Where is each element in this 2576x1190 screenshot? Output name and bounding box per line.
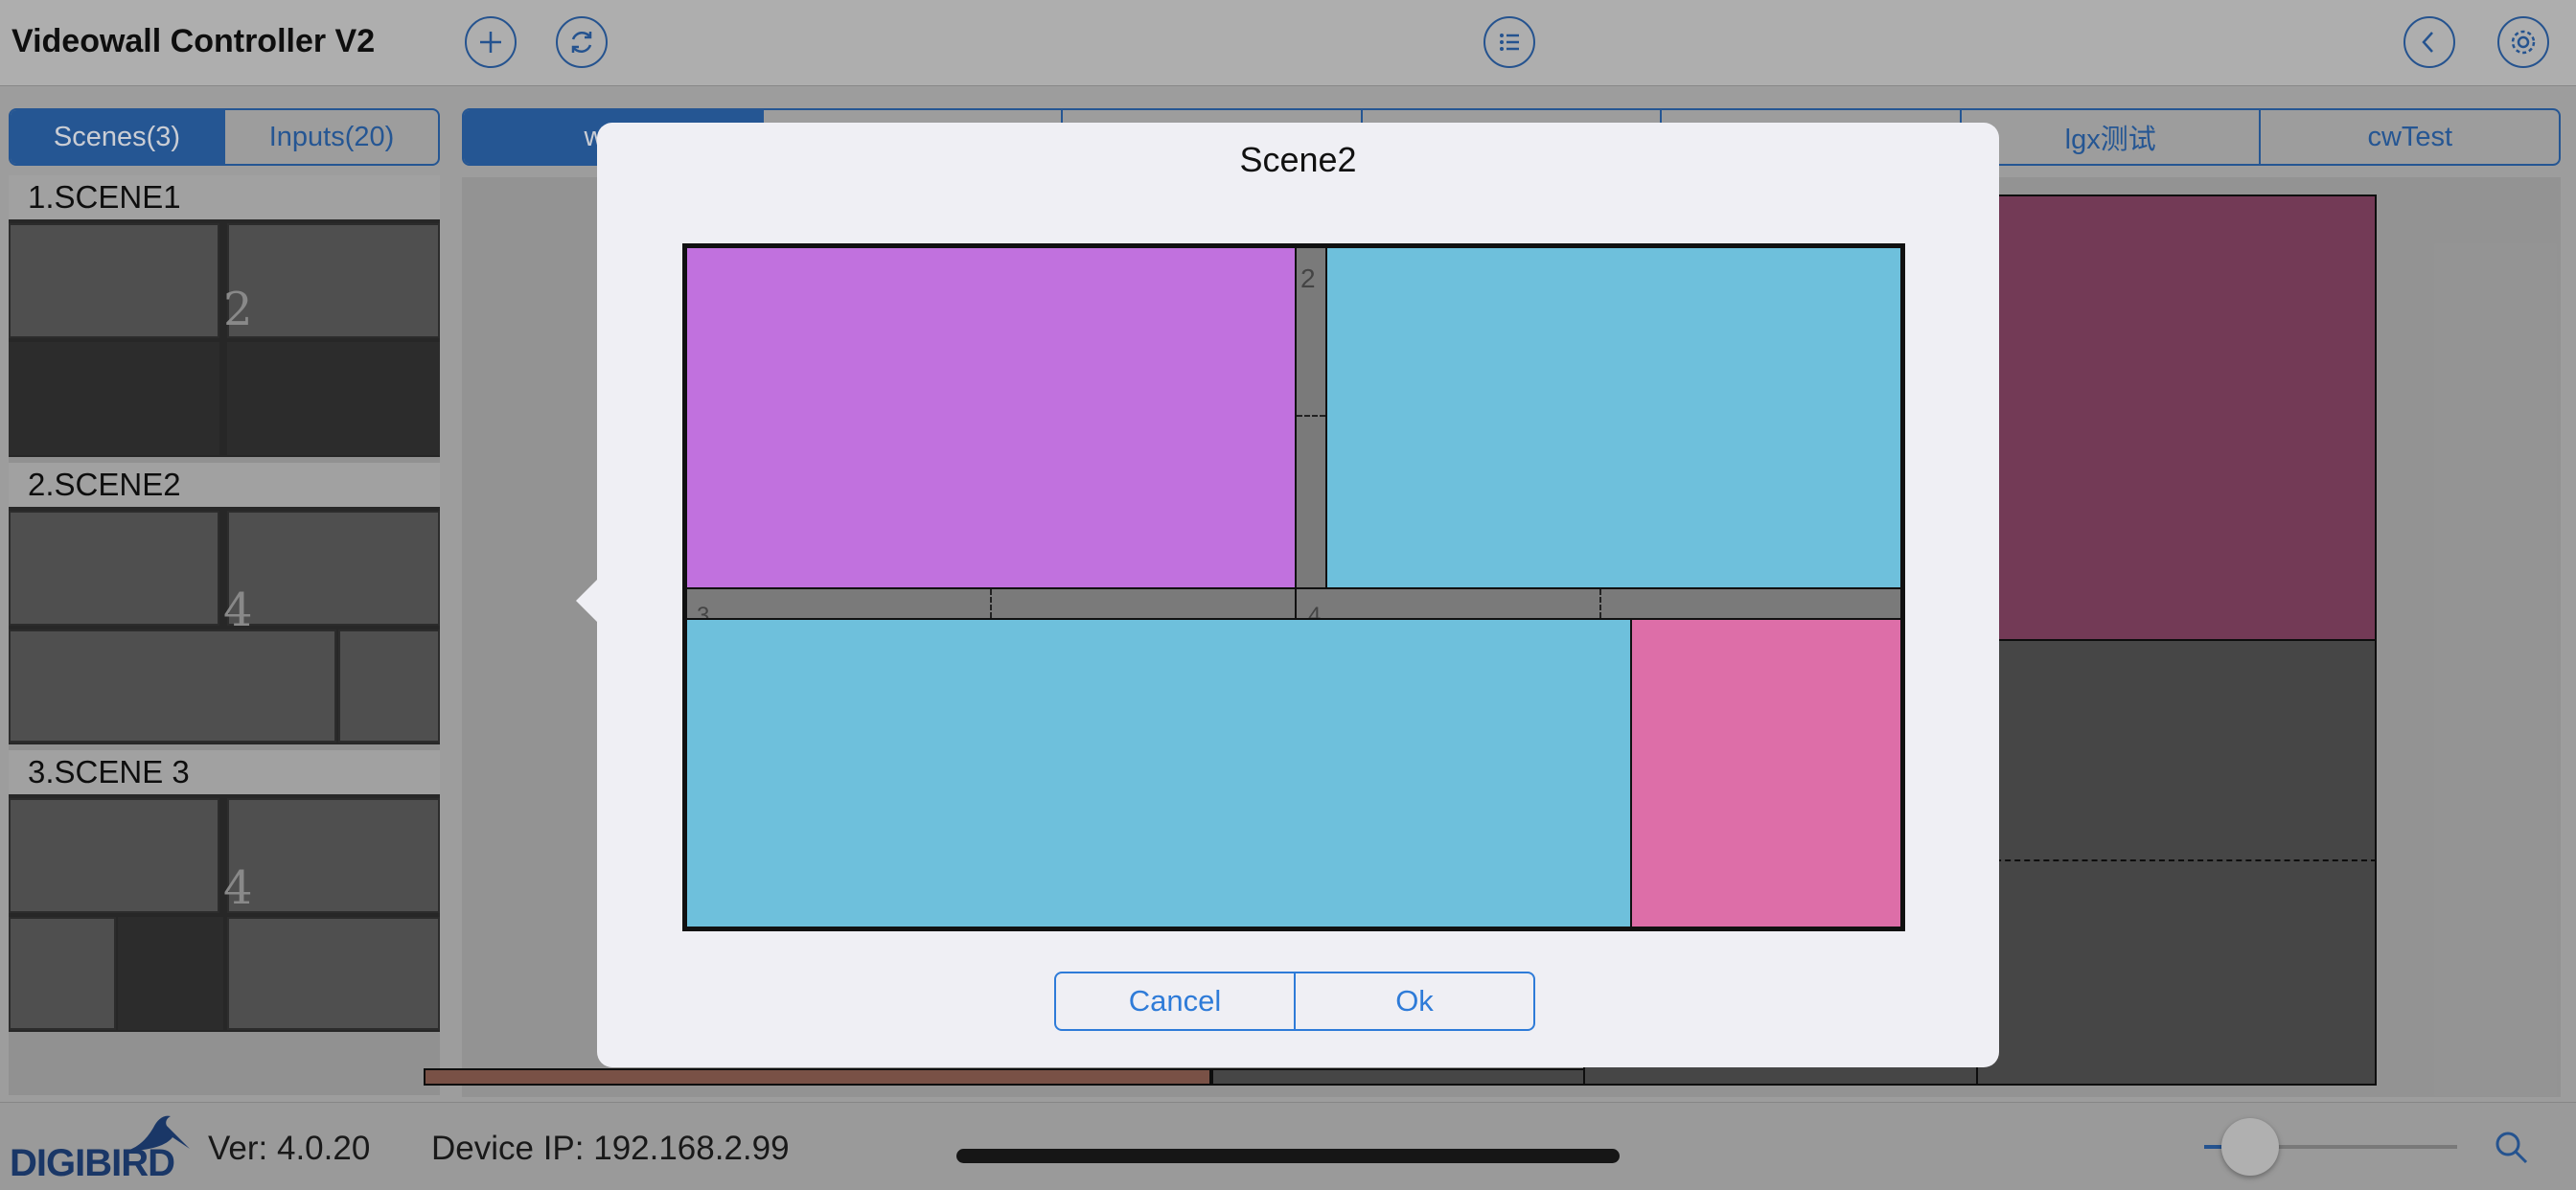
ok-button[interactable]: Ok — [1294, 973, 1533, 1029]
divider-dashed — [1297, 415, 1325, 417]
preview-window-cyan — [1325, 246, 1902, 589]
preview-window-pink — [1630, 618, 1902, 928]
preview-window-cyan — [685, 618, 1632, 928]
preview-window-purple — [685, 246, 1297, 589]
popover-title: Scene2 — [1239, 140, 1357, 179]
scene-layout-preview: 2 3 4 — [682, 243, 1905, 931]
popover-arrow — [576, 578, 599, 624]
scene-preview-popover: Scene2 2 3 4 Cancel Ok — [597, 123, 1999, 1067]
cancel-button[interactable]: Cancel — [1056, 973, 1294, 1029]
window-number: 2 — [1300, 263, 1316, 293]
preview-window-strip: 4 — [1295, 587, 1902, 629]
preview-window-gray: 2 — [1295, 246, 1327, 589]
divider-dashed — [990, 589, 992, 618]
dialog-buttons: Cancel Ok — [1054, 972, 1535, 1031]
divider-dashed — [1599, 589, 1601, 618]
